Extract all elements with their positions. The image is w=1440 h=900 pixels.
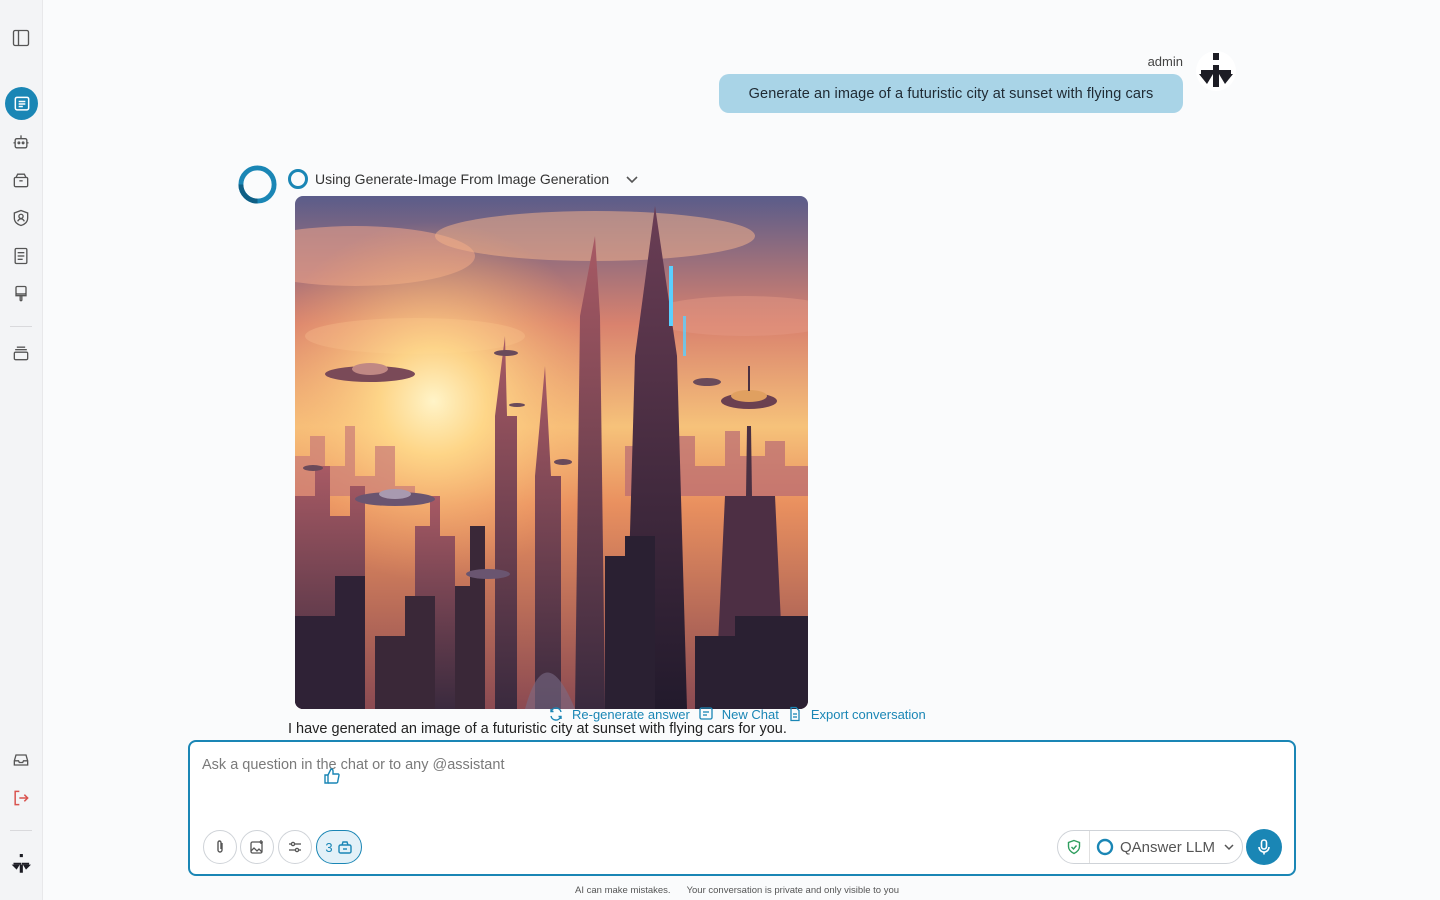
- avatar-logo-icon: [1199, 53, 1233, 87]
- chat-icon: [699, 707, 713, 720]
- privacy-text: Your conversation is private and only vi…: [686, 885, 900, 896]
- brush-icon[interactable]: [8, 281, 34, 307]
- microphone-icon: [1258, 839, 1270, 855]
- assistant-answer: I have generated an image of a futuristi…: [288, 721, 787, 737]
- sidebar-divider: [10, 326, 32, 327]
- shield-check-icon: [1058, 831, 1090, 863]
- chat-input[interactable]: [202, 754, 1282, 776]
- tool-usage-toggle[interactable]: Using Generate-Image From Image Generati…: [287, 167, 639, 191]
- file-icon: [790, 706, 800, 722]
- model-name: QAnswer LLM: [1120, 838, 1216, 856]
- regenerate-button[interactable]: Re-generate answer: [548, 706, 690, 722]
- package-icon[interactable]: [8, 167, 34, 193]
- paperclip-icon: [217, 840, 223, 853]
- assistant-ring-icon: [288, 169, 308, 189]
- chat-composer: 3 QAnswer LLM: [188, 740, 1296, 876]
- inbox-icon[interactable]: [8, 747, 34, 773]
- stack-icon[interactable]: [8, 340, 34, 366]
- generated-image[interactable]: [295, 196, 808, 709]
- footer: AI can make mistakes. Your conversation …: [575, 885, 899, 896]
- user-message: Generate an image of a futuristic city a…: [719, 74, 1183, 113]
- robot-icon[interactable]: [8, 129, 34, 155]
- export-label: Export conversation: [810, 706, 926, 722]
- add-image-button[interactable]: [240, 830, 274, 864]
- toolbox-icon: [337, 841, 352, 854]
- shield-user-icon[interactable]: [8, 205, 34, 231]
- user-name: admin: [1147, 54, 1183, 69]
- chat-icon[interactable]: [5, 87, 38, 120]
- chevron-down-icon: [1224, 844, 1234, 851]
- image-plus-icon: [250, 840, 263, 854]
- brand-logo-icon[interactable]: [5, 848, 37, 880]
- panel-left-icon[interactable]: [8, 25, 34, 51]
- sidebar-divider: [10, 830, 32, 831]
- tools-button[interactable]: 3: [316, 830, 362, 864]
- sliders-icon: [289, 841, 301, 853]
- thumbs-up-icon[interactable]: [323, 767, 341, 785]
- new-chat-label: New Chat: [721, 706, 779, 722]
- document-icon[interactable]: [8, 243, 34, 269]
- settings-button[interactable]: [278, 830, 312, 864]
- user-avatar: [1196, 51, 1236, 91]
- assistant-avatar-icon: [238, 165, 277, 204]
- message-actions: Re-generate answer New Chat Export conve…: [548, 706, 926, 722]
- new-chat-button[interactable]: New Chat: [698, 706, 779, 722]
- model-ring-icon: [1096, 838, 1114, 856]
- futuristic-city-image: [295, 196, 808, 709]
- regenerate-label: Re-generate answer: [572, 706, 690, 722]
- chevron-down-icon: [626, 176, 638, 184]
- export-conversation-button[interactable]: Export conversation: [787, 706, 926, 722]
- disclaimer-text: AI can make mistakes.: [575, 885, 671, 896]
- attach-button[interactable]: [203, 830, 237, 864]
- model-selector[interactable]: QAnswer LLM: [1057, 830, 1243, 864]
- tools-count: 3: [325, 839, 333, 855]
- logout-icon[interactable]: [8, 785, 34, 811]
- tool-usage-label: Using Generate-Image From Image Generati…: [315, 171, 610, 187]
- microphone-button[interactable]: [1246, 829, 1282, 865]
- sidebar: [0, 0, 43, 900]
- refresh-icon: [550, 707, 562, 721]
